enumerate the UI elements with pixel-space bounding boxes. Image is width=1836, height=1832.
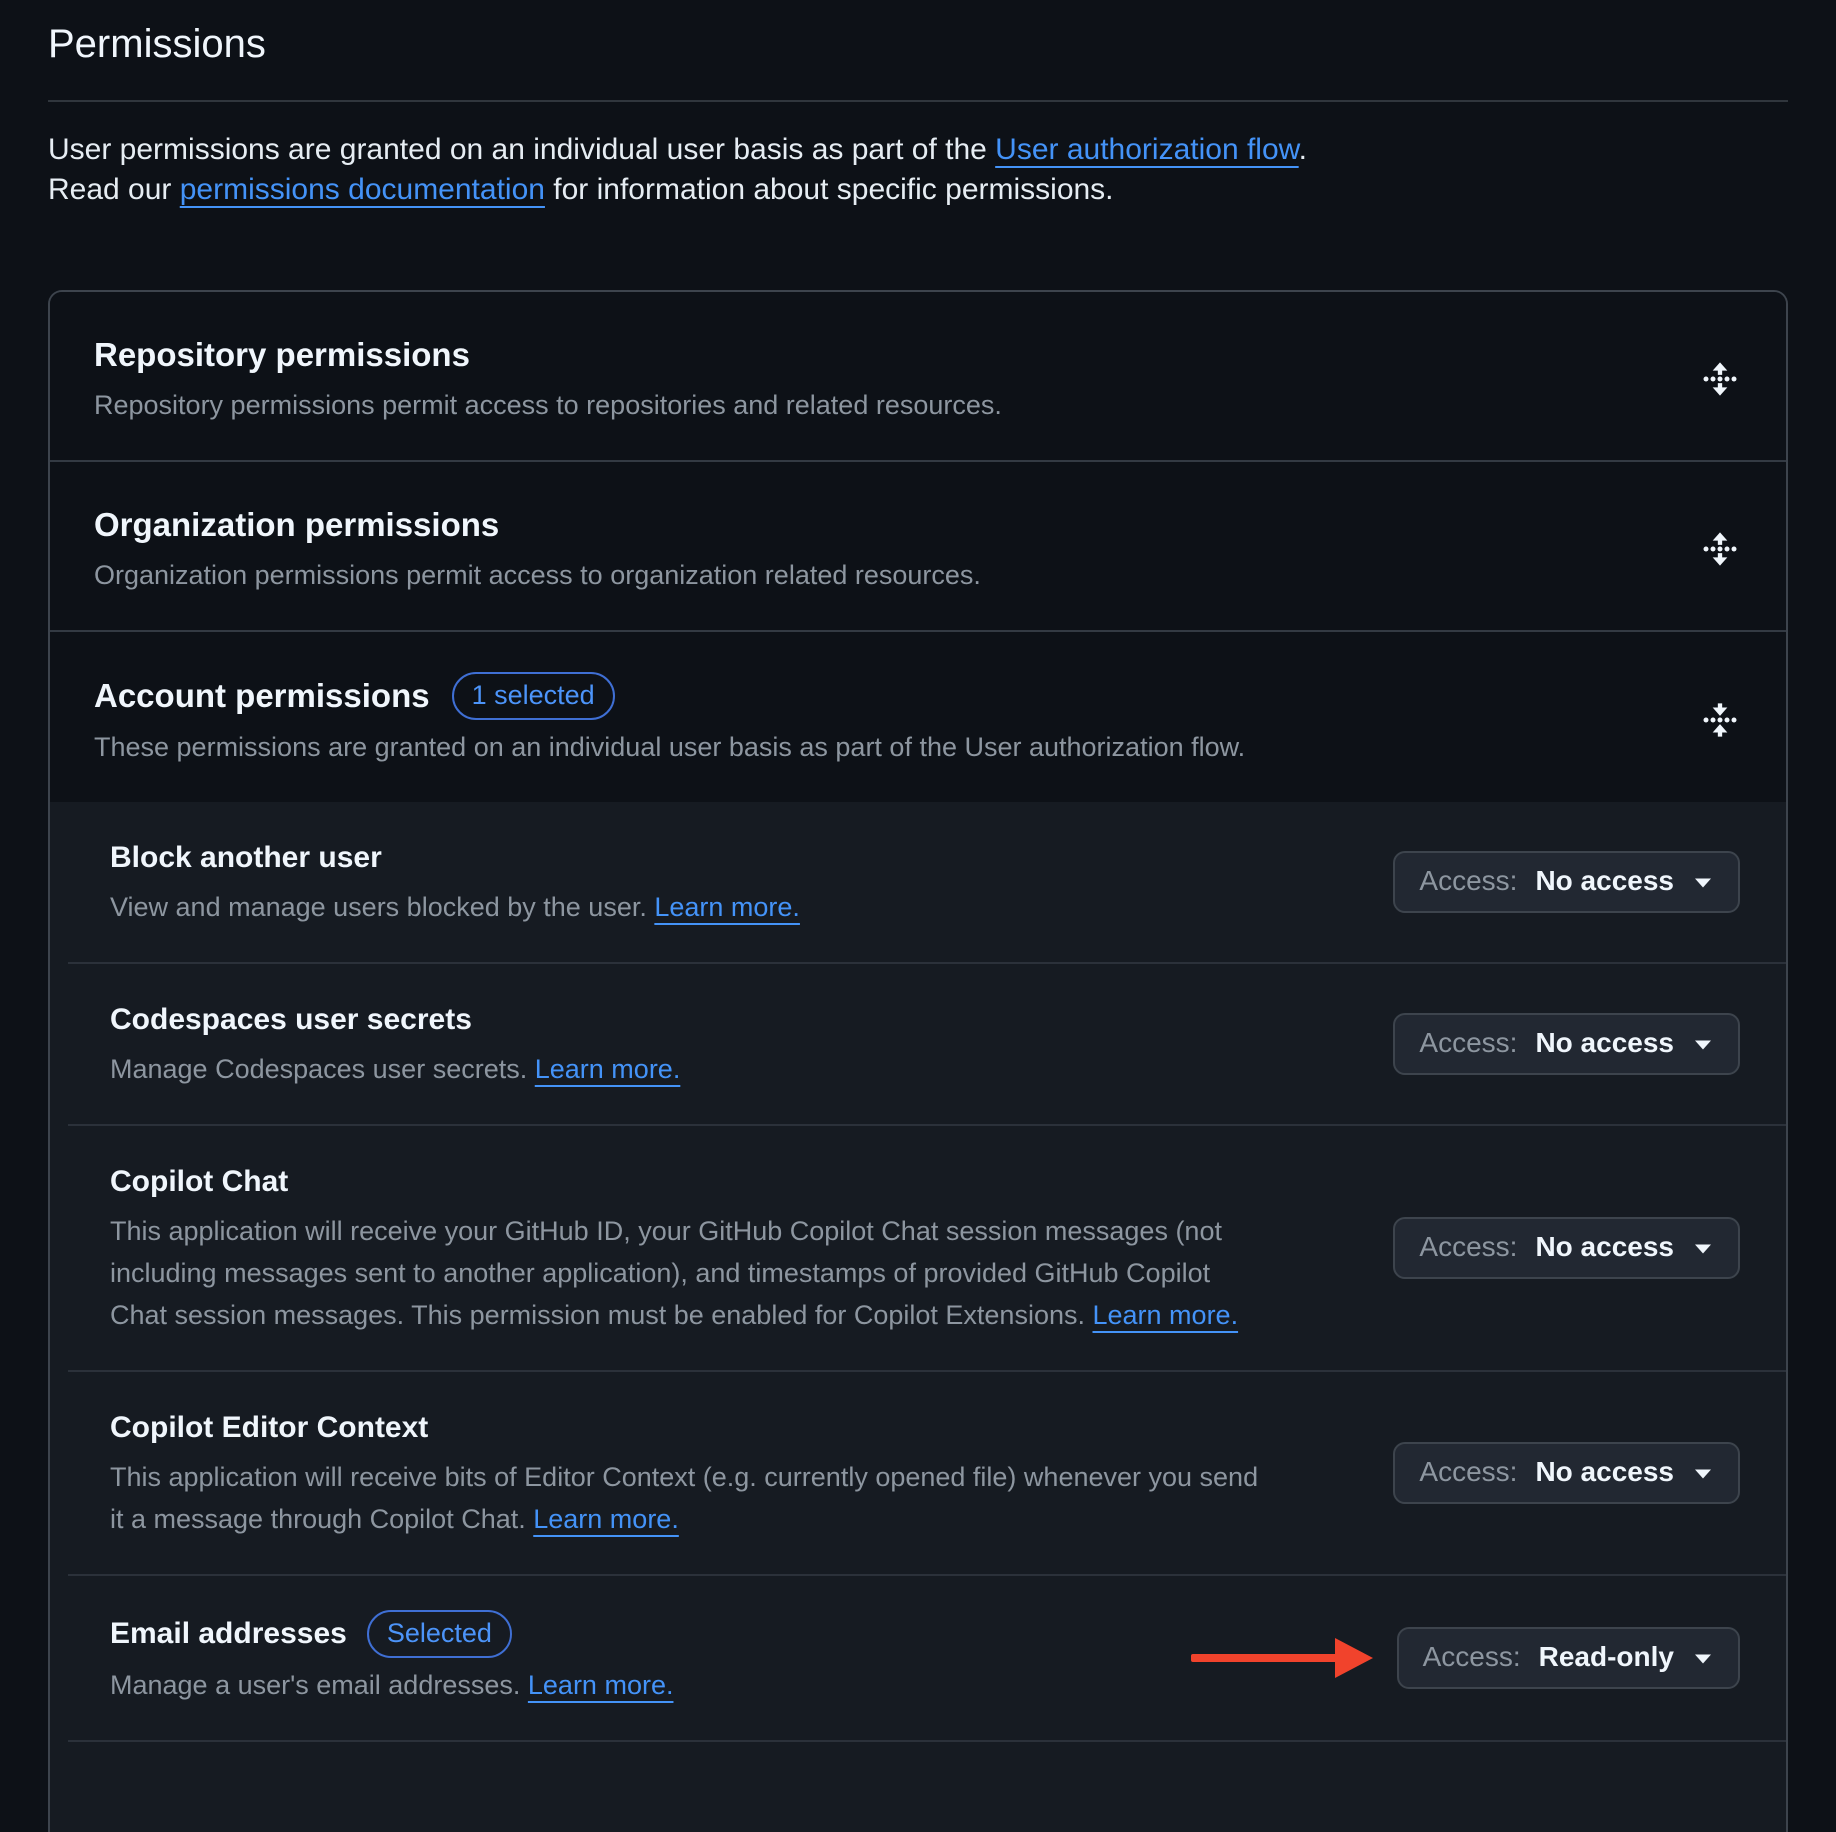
permission-description: View and manage users blocked by the use… (110, 892, 647, 922)
access-value: No access (1535, 864, 1674, 898)
learn-more-link[interactable]: Learn more. (654, 892, 800, 922)
selected-count-badge: 1 selected (452, 672, 615, 720)
chevron-down-icon (1692, 1241, 1714, 1257)
row-divider (68, 1740, 1786, 1742)
permission-row-email-addresses: Email addresses Selected Manage a user's… (50, 1576, 1786, 1740)
section-description: Organization permissions permit access t… (94, 554, 981, 596)
permission-text: Copilot Editor Context This application … (110, 1406, 1260, 1540)
permission-text: Email addresses Selected Manage a user's… (110, 1610, 673, 1706)
section-title: Repository permissions (94, 332, 470, 378)
access-prefix: Access: (1423, 1640, 1521, 1674)
access-prefix: Access: (1419, 1230, 1517, 1264)
section-title: Account permissions (94, 673, 430, 719)
account-permissions-list: Block another user View and manage users… (50, 802, 1786, 1832)
permissions-card: Repository permissions Repository permis… (48, 290, 1788, 1832)
learn-more-link[interactable]: Learn more. (1093, 1300, 1239, 1330)
permissions-settings-page: Permissions User permissions are granted… (0, 0, 1836, 1832)
intro-line1-text: User permissions are granted on an indiv… (48, 133, 995, 166)
access-cell: Access: No access (1363, 1013, 1740, 1075)
permission-title: Copilot Chat (110, 1160, 288, 1204)
access-dropdown[interactable]: Access: Read-only (1397, 1627, 1740, 1689)
permission-description: Manage a user's email addresses. (110, 1670, 520, 1700)
permission-row-codespaces-user-secrets: Codespaces user secrets Manage Codespace… (50, 964, 1786, 1124)
permission-text: Copilot Chat This application will recei… (110, 1160, 1260, 1336)
access-dropdown[interactable]: Access: No access (1393, 851, 1740, 913)
permission-row-copilot-chat: Copilot Chat This application will recei… (50, 1126, 1786, 1370)
learn-more-link[interactable]: Learn more. (535, 1054, 681, 1084)
access-dropdown[interactable]: Access: No access (1393, 1442, 1740, 1504)
user-authorization-flow-link[interactable]: User authorization flow (995, 133, 1299, 166)
chevron-down-icon (1692, 1466, 1714, 1482)
permissions-documentation-link[interactable]: permissions documentation (180, 173, 545, 206)
permission-text: Block another user View and manage users… (110, 836, 800, 928)
access-cell: Access: No access (1363, 1217, 1740, 1279)
permission-title: Email addresses (110, 1612, 347, 1656)
intro-line1-suffix: . (1299, 133, 1307, 166)
section-repository-permissions: Repository permissions Repository permis… (50, 292, 1786, 462)
permission-row-copilot-editor-context: Copilot Editor Context This application … (50, 1372, 1786, 1574)
access-cell: Access: No access (1363, 851, 1740, 913)
section-title: Organization permissions (94, 502, 499, 548)
access-prefix: Access: (1419, 864, 1517, 898)
section-description: These permissions are granted on an indi… (94, 726, 1245, 768)
intro-line2-prefix: Read our (48, 173, 180, 206)
access-prefix: Access: (1419, 1455, 1517, 1489)
permission-description: This application will receive bits of Ed… (110, 1462, 1258, 1534)
permission-description: This application will receive your GitHu… (110, 1216, 1222, 1330)
section-text: Account permissions 1 selected These per… (94, 672, 1245, 768)
learn-more-link[interactable]: Learn more. (533, 1504, 679, 1534)
section-text: Repository permissions Repository permis… (94, 332, 1002, 426)
permission-text: Codespaces user secrets Manage Codespace… (110, 998, 680, 1090)
chevron-down-icon (1692, 1651, 1714, 1667)
drag-handle-icon[interactable] (1698, 527, 1742, 571)
access-value: Read-only (1539, 1640, 1674, 1674)
permission-title: Codespaces user secrets (110, 998, 472, 1042)
learn-more-link[interactable]: Learn more. (528, 1670, 674, 1700)
access-dropdown[interactable]: Access: No access (1393, 1217, 1740, 1279)
permission-title: Block another user (110, 836, 382, 880)
access-cell: Access: No access (1363, 1442, 1740, 1504)
chevron-down-icon (1692, 875, 1714, 891)
section-account-permissions: Account permissions 1 selected These per… (50, 632, 1786, 802)
access-value: No access (1535, 1455, 1674, 1489)
page-title: Permissions (48, 0, 1788, 102)
access-value: No access (1535, 1026, 1674, 1060)
access-prefix: Access: (1419, 1026, 1517, 1060)
drag-handle-icon[interactable] (1698, 357, 1742, 401)
intro-text: User permissions are granted on an indiv… (48, 130, 1788, 210)
permission-title: Copilot Editor Context (110, 1406, 428, 1450)
access-dropdown[interactable]: Access: No access (1393, 1013, 1740, 1075)
annotation-arrow-icon (1189, 1634, 1373, 1682)
access-cell: Access: Read-only (1159, 1627, 1740, 1689)
permission-row-block-another-user: Block another user View and manage users… (50, 802, 1786, 962)
intro-line2-suffix: for information about specific permissio… (545, 173, 1114, 206)
selected-badge: Selected (367, 1610, 512, 1658)
section-description: Repository permissions permit access to … (94, 384, 1002, 426)
access-value: No access (1535, 1230, 1674, 1264)
permission-description: Manage Codespaces user secrets. (110, 1054, 527, 1084)
section-organization-permissions: Organization permissions Organization pe… (50, 462, 1786, 632)
section-text: Organization permissions Organization pe… (94, 502, 981, 596)
drag-handle-icon[interactable] (1698, 698, 1742, 742)
chevron-down-icon (1692, 1037, 1714, 1053)
